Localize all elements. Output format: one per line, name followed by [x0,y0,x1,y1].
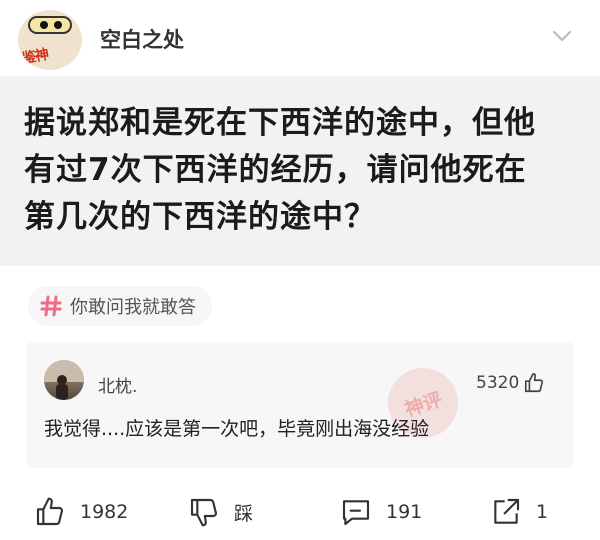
hash-icon [40,295,62,317]
hot-comment-card[interactable]: 北枕. 神评 5320 我觉得....应该是第一次吧，毕竟刚出海没经验 [26,342,574,468]
question-card[interactable]: 据说郑和是死在下西洋的途中，但他 有过7次下西洋的经历，请问他死在 第几次的下西… [0,76,600,266]
question-line: 有过7次下西洋的经历，请问他死在 [24,152,527,188]
avatar-eyes-decoration [28,16,72,34]
share-icon [494,498,520,524]
comment-like-count: 5320 [476,373,520,393]
share-count: 1 [536,501,549,523]
question-line: 据说郑和是死在下西洋的途中，但他 [24,105,536,141]
topic-label: 你敢问我就敢答 [70,297,196,318]
chevron-down-icon[interactable] [551,28,573,44]
avatar-figure [44,360,84,400]
comment-text: 我觉得....应该是第一次吧，毕竟刚出海没经验 [44,418,430,440]
thumbs-up-icon [36,497,64,526]
eye-icon [54,21,62,29]
dislike-button[interactable]: 踩 [188,494,253,530]
like-count: 1982 [80,501,129,523]
comment-button[interactable]: 191 [340,494,422,530]
avatar[interactable]: 鉴神 [18,10,82,70]
share-button[interactable]: 1 [490,494,548,530]
username[interactable]: 空白之处 [100,24,184,54]
like-button[interactable]: 1982 [34,494,128,530]
avatar-badge: 鉴神 [20,46,50,68]
commenter-avatar[interactable] [44,360,84,400]
thumbs-down-icon [190,498,218,527]
post-header: 鉴神 空白之处 [0,0,600,76]
question-text: 据说郑和是死在下西洋的途中，但他 有过7次下西洋的经历，请问他死在 第几次的下西… [24,100,580,241]
comment-count: 191 [386,501,423,523]
comment-like-button[interactable]: 5320 [476,372,545,394]
thumbs-up-icon [525,373,544,393]
comment-icon [342,500,370,526]
eye-icon [40,21,48,29]
topic-tag[interactable]: 你敢问我就敢答 [28,286,212,326]
dislike-label: 踩 [234,502,254,525]
commenter-name[interactable]: 北枕. [98,372,137,397]
question-line: 第几次的下西洋的途中？ [24,199,376,235]
action-bar: 1982 踩 191 1 [0,490,600,536]
